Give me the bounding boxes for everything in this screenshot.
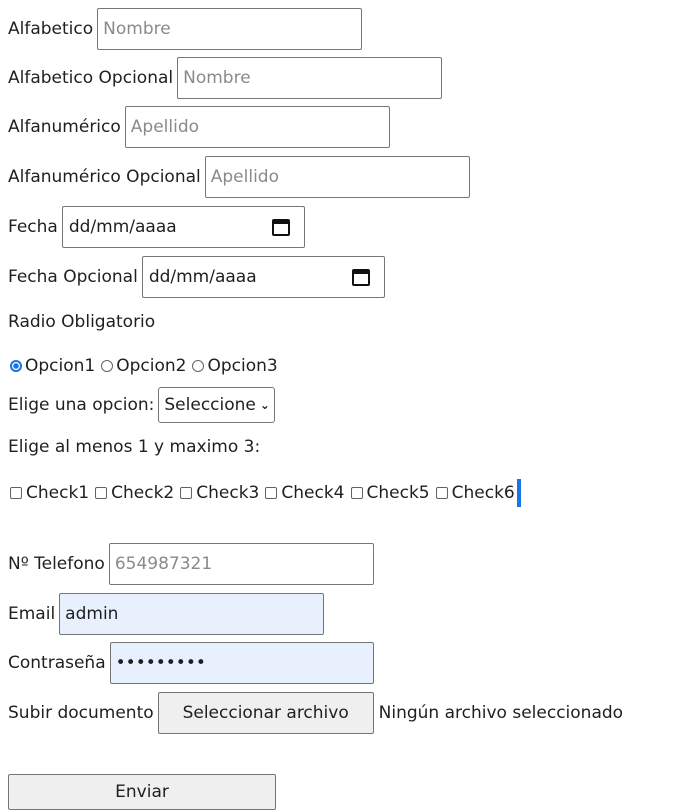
radio-heading-row: Radio Obligatorio <box>8 312 155 332</box>
checkbox-box[interactable] <box>95 487 108 499</box>
check4-label: Check4 <box>281 483 345 503</box>
submit-button[interactable]: Enviar <box>8 774 276 810</box>
alfabetico-input[interactable] <box>97 8 363 50</box>
radio-button[interactable] <box>192 360 205 372</box>
fecha-opcional-placeholder: dd/mm/aaaa <box>148 267 257 287</box>
calendar-icon[interactable] <box>351 268 370 286</box>
checkbox-check1[interactable]: Check1 <box>8 483 93 503</box>
option-select[interactable]: Seleccione ⌄ <box>158 387 275 423</box>
check3-label: Check3 <box>196 483 260 503</box>
chevron-down-icon: ⌄ <box>259 398 270 412</box>
choose-file-button[interactable]: Seleccionar archivo <box>157 692 374 734</box>
radio-opcion2[interactable]: Opcion2 <box>99 356 190 376</box>
radio-heading: Radio Obligatorio <box>8 312 156 332</box>
telefono-input[interactable] <box>108 543 374 585</box>
checkbox-group: Check1 Check2 Check3 Check4 Check5 Check… <box>8 479 521 507</box>
select-value: Seleccione <box>164 395 256 415</box>
text-cursor <box>516 479 521 507</box>
fecha-opcional-date-input[interactable]: dd/mm/aaaa <box>141 256 385 298</box>
alfabetico-opcional-input[interactable] <box>177 57 443 99</box>
alfanumerico-label: Alfanumérico <box>8 117 121 137</box>
radio-opcion3-label: Opcion3 <box>207 356 278 376</box>
radio-opcion1[interactable]: Opcion1 <box>8 356 99 376</box>
password-input[interactable] <box>109 642 374 684</box>
checkbox-box[interactable] <box>265 487 278 499</box>
alfanumerico-opcional-input[interactable] <box>204 156 470 198</box>
field-telefono: Nº Telefono <box>8 543 374 585</box>
field-fecha-opcional: Fecha Opcional dd/mm/aaaa <box>8 256 385 298</box>
calendar-icon[interactable] <box>271 218 290 236</box>
email-input[interactable] <box>59 593 325 635</box>
checkbox-check3[interactable]: Check3 <box>178 483 263 503</box>
file-label: Subir documento <box>8 703 154 723</box>
check1-label: Check1 <box>26 483 90 503</box>
alfabetico-label: Alfabetico <box>8 19 94 39</box>
fecha-placeholder: dd/mm/aaaa <box>68 217 177 237</box>
check2-label: Check2 <box>111 483 175 503</box>
select-label: Elige una opcion: <box>8 395 155 415</box>
radio-opcion1-label: Opcion1 <box>25 356 96 376</box>
radio-opcion2-label: Opcion2 <box>116 356 187 376</box>
field-password: Contraseña <box>8 642 374 684</box>
field-alfabetico: Alfabetico <box>8 8 363 50</box>
password-label: Contraseña <box>8 653 106 673</box>
fecha-date-input[interactable]: dd/mm/aaaa <box>61 206 305 248</box>
checkbox-box[interactable] <box>350 487 363 499</box>
submit-row: Enviar <box>8 774 276 810</box>
checks-heading-row: Elige al menos 1 y maximo 3: <box>8 437 260 457</box>
alfanumerico-opcional-label: Alfanumérico Opcional <box>8 167 201 187</box>
field-select: Elige una opcion: Seleccione ⌄ <box>8 387 275 423</box>
radio-button-checked[interactable] <box>10 360 22 372</box>
checkbox-box[interactable] <box>435 487 448 499</box>
checkbox-check2[interactable]: Check2 <box>93 483 178 503</box>
fecha-opcional-label: Fecha Opcional <box>8 267 138 287</box>
checkbox-box[interactable] <box>180 487 193 499</box>
email-label: Email <box>8 604 56 624</box>
checkbox-box[interactable] <box>10 487 22 499</box>
telefono-label: Nº Telefono <box>8 554 105 574</box>
alfabetico-opcional-label: Alfabetico Opcional <box>8 68 174 88</box>
field-alfabetico-opcional: Alfabetico Opcional <box>8 57 443 99</box>
field-alfanumerico-opcional: Alfanumérico Opcional <box>8 156 470 198</box>
check5-label: Check5 <box>366 483 430 503</box>
field-email: Email <box>8 593 325 635</box>
field-alfanumerico: Alfanumérico <box>8 106 390 148</box>
check6-label: Check6 <box>451 483 515 503</box>
radio-button[interactable] <box>101 360 114 372</box>
alfanumerico-input[interactable] <box>124 106 390 148</box>
checkbox-check5[interactable]: Check5 <box>349 483 434 503</box>
fecha-label: Fecha <box>8 217 58 237</box>
radio-group: Opcion1 Opcion2 Opcion3 <box>8 356 282 376</box>
field-file-upload: Subir documento Seleccionar archivo Ning… <box>8 692 623 734</box>
radio-opcion3[interactable]: Opcion3 <box>190 356 281 376</box>
checkbox-check6[interactable]: Check6 <box>434 483 515 503</box>
file-status: Ningún archivo seleccionado <box>378 703 624 723</box>
checks-heading: Elige al menos 1 y maximo 3: <box>8 437 261 457</box>
checkbox-check4[interactable]: Check4 <box>263 483 348 503</box>
field-fecha: Fecha dd/mm/aaaa <box>8 206 305 248</box>
